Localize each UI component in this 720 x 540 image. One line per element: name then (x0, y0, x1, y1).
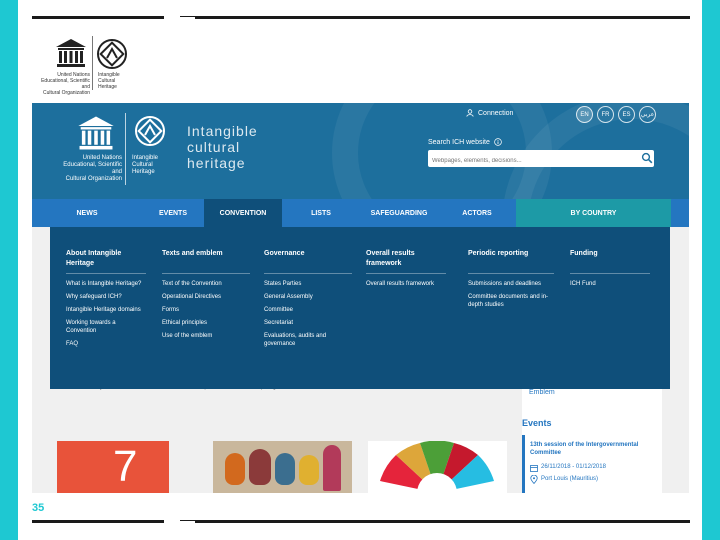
site-header: United Nations Educational, Scientific a… (32, 103, 689, 199)
menu-col-rule (66, 273, 146, 274)
tile-sdg-wheel[interactable] (368, 441, 507, 493)
bottom-rule-right (195, 520, 690, 523)
unesco-temple-icon[interactable] (76, 113, 116, 153)
mask-shape (275, 453, 295, 485)
menu-col-rule (366, 273, 446, 274)
menu-link[interactable]: Secretariat (264, 319, 352, 327)
nav-by-country[interactable]: BY COUNTRY (516, 199, 671, 227)
ich-caption: Intangible Cultural Heritage (98, 72, 120, 90)
menu-link[interactable]: Committee documents and in-depth studies (468, 293, 554, 309)
convention-mega-menu: About Intangible Heritage What is Intang… (50, 227, 670, 389)
top-rule-tick (180, 16, 195, 17)
nav-convention[interactable]: CONVENTION (204, 199, 282, 227)
menu-col-texts: Texts and emblem Text of the Convention … (162, 249, 250, 345)
menu-link[interactable]: Operational Directives (162, 293, 250, 301)
bottom-rule-tick (180, 520, 195, 521)
sidebar: Emblem Events 13th session of the Interg… (522, 383, 662, 493)
logo-divider (92, 36, 93, 90)
menu-link[interactable]: Committee (264, 306, 352, 314)
menu-link[interactable]: Evaluations, audits and governance (264, 332, 352, 348)
header-unesco-caption: United Nations Educational, Scientific a… (63, 155, 122, 182)
menu-link[interactable]: FAQ (66, 340, 146, 348)
menu-col-title[interactable]: Funding (570, 249, 650, 259)
mask-shape (225, 453, 245, 485)
bottom-rule-left (32, 520, 164, 523)
tile-seven-number: 7 (113, 442, 138, 491)
menu-col-rule (570, 273, 650, 274)
menu-link[interactable]: Intangible Heritage domains (66, 306, 146, 314)
connection-label: Connection (478, 109, 514, 117)
search-label-text: Search ICH website (428, 138, 490, 146)
menu-link[interactable]: Use of the emblem (162, 332, 250, 340)
events-heading: Events (522, 418, 552, 428)
nav-actors[interactable]: ACTORS (438, 199, 516, 227)
lang-es[interactable]: ES (618, 106, 635, 123)
header-logo-divider (125, 113, 126, 185)
emblem-link[interactable]: Emblem (529, 389, 555, 396)
nav-news[interactable]: NEWS (32, 199, 142, 227)
sdg-wheel-icon (380, 441, 494, 493)
nav-events[interactable]: EVENTS (142, 199, 204, 227)
menu-col-title[interactable]: Overall results framework (366, 249, 446, 269)
connection-link[interactable]: Connection (466, 109, 513, 117)
menu-col-rule (264, 273, 352, 274)
location-pin-icon (530, 475, 538, 484)
unesco-caption: United Nations Educational, Scientific a… (41, 72, 90, 96)
search-input[interactable] (428, 150, 654, 167)
menu-link[interactable]: States Parties (264, 280, 352, 288)
menu-link[interactable]: Forms (162, 306, 250, 314)
ich-emblem-icon[interactable] (134, 115, 166, 147)
dancer-figure (323, 445, 341, 491)
menu-link[interactable]: Working towards a Convention (66, 319, 146, 335)
top-rule-right (195, 16, 690, 19)
event-accent-bar (522, 435, 525, 493)
menu-link[interactable]: Why safeguard ICH? (66, 293, 146, 301)
menu-link[interactable]: Text of the Convention (162, 280, 250, 288)
tile-masks-photo[interactable] (213, 441, 352, 493)
nav-lists[interactable]: LISTS (282, 199, 360, 227)
nav-safeguarding[interactable]: SAFEGUARDING (360, 199, 438, 227)
menu-col-rule (162, 273, 250, 274)
menu-col-periodic: Periodic reporting Submissions and deadl… (468, 249, 554, 314)
page-number: 35 (32, 502, 45, 514)
menu-col-title[interactable]: Periodic reporting (468, 249, 554, 259)
menu-col-rule (468, 273, 554, 274)
event-dates: 26/11/2018 - 01/12/2018 (541, 464, 606, 470)
unesco-ich-logo: United Nations Educational, Scientific a… (32, 36, 142, 96)
user-icon (466, 109, 474, 117)
menu-link[interactable]: Overall results framework (366, 280, 446, 288)
lang-ar[interactable]: عربي (639, 106, 656, 123)
menu-link[interactable]: Submissions and deadlines (468, 280, 554, 288)
menu-col-results: Overall results framework Overall result… (366, 249, 446, 293)
lang-en[interactable]: EN (576, 106, 593, 123)
top-rule-left (32, 16, 164, 19)
menu-link[interactable]: ICH Fund (570, 280, 650, 288)
event-title[interactable]: 13th session of the Intergovernmental Co… (530, 441, 655, 457)
menu-col-title[interactable]: Governance (264, 249, 352, 259)
mask-shape (249, 449, 271, 485)
calendar-icon (530, 465, 538, 472)
header-ich-caption: Intangible Cultural Heritage (132, 155, 159, 175)
menu-link[interactable]: What is Intangible Heritage? (66, 280, 146, 288)
search-icon[interactable] (641, 152, 653, 164)
language-switcher: EN FR ES عربي (576, 106, 656, 123)
menu-col-governance: Governance States Parties General Assemb… (264, 249, 352, 353)
lang-fr[interactable]: FR (597, 106, 614, 123)
menu-link[interactable]: Ethical principles (162, 319, 250, 327)
unesco-temple-icon (56, 39, 86, 67)
info-icon[interactable] (494, 138, 502, 146)
menu-col-title[interactable]: About Intangible Heritage (66, 249, 146, 269)
main-nav: NEWS EVENTS CONVENTION LISTS SAFEGUARDIN… (32, 199, 689, 227)
site-brand-title[interactable]: Intangible cultural heritage (187, 123, 258, 171)
menu-col-title[interactable]: Texts and emblem (162, 249, 250, 259)
tile-seven[interactable]: 7 (57, 441, 169, 493)
menu-link[interactable]: General Assembly (264, 293, 352, 301)
ich-emblem-icon (97, 39, 127, 69)
menu-col-about: About Intangible Heritage What is Intang… (66, 249, 146, 353)
event-place: Port Louis (Mauritius) (541, 476, 599, 482)
menu-col-funding: Funding ICH Fund (570, 249, 650, 293)
ich-website-screenshot: United Nations Educational, Scientific a… (32, 103, 689, 493)
search-label: Search ICH website (428, 138, 502, 146)
mask-shape (299, 455, 319, 485)
